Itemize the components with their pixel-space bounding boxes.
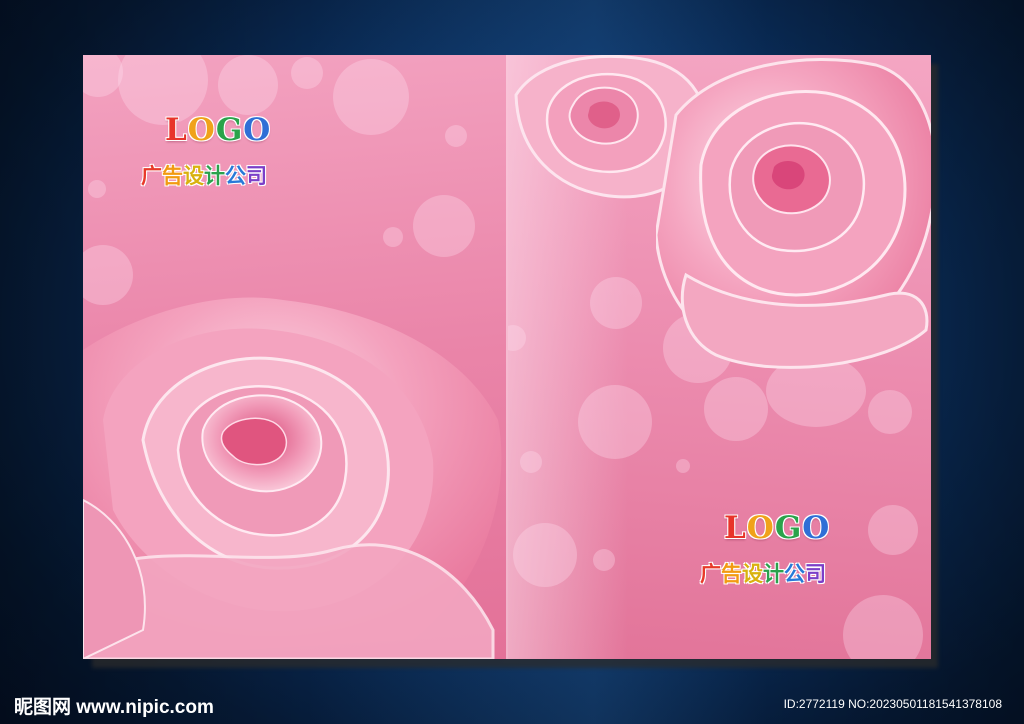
bokeh-circle <box>383 227 403 247</box>
bokeh-circle <box>83 55 123 97</box>
company-char: 司 <box>805 561 826 586</box>
logo-text: LOGO <box>165 112 271 148</box>
company-char: 设 <box>183 163 204 188</box>
bokeh-circle <box>413 195 475 257</box>
bokeh-circle <box>843 595 923 659</box>
company-char: 公 <box>225 163 246 188</box>
bokeh-circle <box>520 451 542 473</box>
logo-text: LOGO <box>724 510 830 546</box>
bokeh-circle <box>88 180 106 198</box>
bokeh-circle <box>291 57 323 89</box>
bokeh-circle <box>333 59 409 135</box>
company-name: 广告设计公司 <box>700 558 826 588</box>
logo-letter: G <box>774 510 803 546</box>
bokeh-circle <box>593 549 615 571</box>
bokeh-circle <box>868 390 912 434</box>
bokeh-circle <box>445 125 467 147</box>
company-char: 设 <box>742 561 763 586</box>
logo-letter: O <box>243 112 272 148</box>
company-char: 广 <box>141 163 162 188</box>
logo-letter: O <box>746 510 775 546</box>
company-char: 告 <box>721 561 742 586</box>
watermark-site: 昵图网 www.nipic.com <box>14 697 214 718</box>
brochure-mockup: LOGO 广告设计公司 LOGO 广告设计公司 <box>83 55 931 659</box>
bokeh-circle <box>218 55 278 115</box>
company-char: 广 <box>700 561 721 586</box>
bokeh-circle <box>513 523 577 587</box>
watermark-id: ID:2772119 NO:20230501181541378108 <box>783 697 1002 711</box>
company-char: 司 <box>246 163 267 188</box>
logo-letter: G <box>215 112 244 148</box>
bokeh-circle <box>578 385 652 459</box>
logo-letter: O <box>802 510 831 546</box>
company-char: 计 <box>204 163 225 188</box>
logo-letter: L <box>165 112 188 148</box>
logo-letter: O <box>187 112 216 148</box>
company-char: 计 <box>763 561 784 586</box>
bokeh-circle <box>676 459 690 473</box>
brochure-front-cover: LOGO 广告设计公司 <box>508 55 931 659</box>
bokeh-circle <box>868 505 918 555</box>
bokeh-circle <box>704 377 768 441</box>
logo-letter: L <box>724 510 747 546</box>
large-rose-image <box>83 297 502 659</box>
bokeh-circle <box>590 277 642 329</box>
company-name: 广告设计公司 <box>141 160 267 190</box>
brochure-back-cover: LOGO 广告设计公司 <box>83 55 506 659</box>
large-rose-image <box>656 57 931 369</box>
company-char: 公 <box>784 561 805 586</box>
company-char: 告 <box>162 163 183 188</box>
